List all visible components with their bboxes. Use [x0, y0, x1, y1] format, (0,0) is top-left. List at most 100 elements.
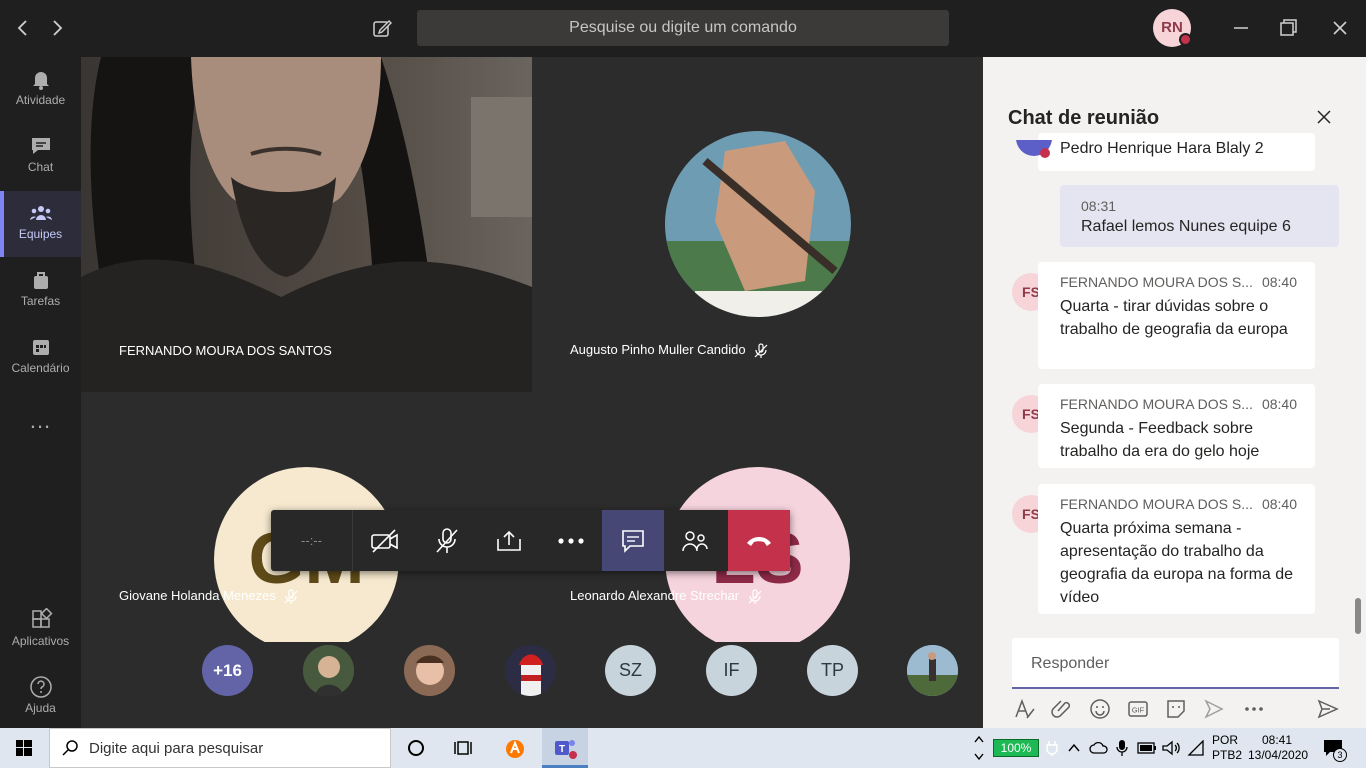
participant-thumb[interactable] [303, 645, 354, 696]
message-author: FERNANDO MOURA DOS S... [1060, 496, 1253, 512]
language-secondary: PTB2 [1212, 748, 1243, 762]
close-icon[interactable] [1326, 14, 1354, 42]
participant-thumb[interactable]: IF [706, 645, 757, 696]
bell-icon [32, 72, 49, 90]
participant-photo [505, 645, 556, 696]
battery-percent: 100% [1000, 741, 1032, 755]
battery-indicator[interactable]: 100% [993, 739, 1039, 757]
windows-start-icon[interactable] [16, 740, 32, 756]
gif-icon[interactable]: GIF [1126, 697, 1150, 721]
attach-icon[interactable] [1050, 697, 1074, 721]
more-icon[interactable] [1242, 697, 1266, 721]
emoji-icon[interactable] [1088, 697, 1112, 721]
camera-toggle-button[interactable] [354, 510, 416, 571]
hang-up-button[interactable] [728, 510, 790, 571]
restore-icon[interactable] [1274, 14, 1302, 42]
overflow-count: +16 [213, 661, 242, 680]
participant-photo [404, 645, 455, 696]
chat-icon [622, 529, 644, 553]
status-busy-dot [1040, 148, 1050, 158]
onedrive-icon[interactable] [1089, 740, 1109, 756]
cortana-icon[interactable] [406, 738, 426, 758]
minimize-icon[interactable] [1227, 14, 1255, 42]
call-timer: --:-- [271, 510, 353, 571]
rail-item-assignments[interactable]: Tarefas [0, 258, 81, 324]
participant-thumb[interactable]: SZ [605, 645, 656, 696]
calendar-icon [32, 340, 49, 355]
notifications-button[interactable]: 3 [1322, 736, 1348, 762]
language-indicator[interactable]: POR PTB2 [1212, 733, 1242, 763]
message-author: FERNANDO MOURA DOS S... [1060, 396, 1253, 412]
camera-off-icon [371, 528, 398, 553]
video-tile[interactable]: FERNANDO MOURA DOS SANTOS [81, 57, 532, 392]
clock[interactable]: 08:41 13/04/2020 [1248, 733, 1308, 763]
show-participants-button[interactable] [664, 510, 726, 571]
participant-thumb[interactable] [907, 645, 958, 696]
sticker-icon[interactable] [1164, 697, 1188, 721]
mic-off-icon [436, 527, 458, 553]
app-rail: Atividade Chat Equipes Tarefas Calendári… [0, 57, 81, 728]
taskbar-search-placeholder: Digite aqui para pesquisar [89, 740, 264, 757]
more-actions-button[interactable] [540, 510, 602, 571]
participant-thumb[interactable]: TP [807, 645, 858, 696]
rail-label: Tarefas [20, 294, 61, 308]
show-hidden-icons[interactable] [973, 732, 985, 764]
participant-thumb[interactable] [404, 645, 455, 696]
chat-message: Pedro Henrique Hara Blaly 2 [1038, 133, 1315, 171]
battery-icon[interactable] [1137, 741, 1157, 755]
microphone-icon[interactable] [1115, 739, 1129, 757]
search-input[interactable]: Pesquise ou digite um comando [417, 10, 949, 46]
message-time: 08:31 [1081, 198, 1117, 214]
task-view-icon[interactable] [453, 738, 473, 758]
status-busy-dot [1179, 33, 1192, 46]
rail-label: Ajuda [25, 701, 56, 715]
chat-message: FERNANDO MOURA DOS S... 08:40 Segunda - … [1038, 384, 1315, 468]
format-icon[interactable] [1012, 697, 1036, 721]
participant-name: FERNANDO MOURA DOS SANTOS [119, 343, 332, 358]
participants-icon [682, 530, 708, 551]
close-chat-button[interactable] [1314, 107, 1334, 127]
bag-icon [33, 272, 48, 289]
rail-item-calendar[interactable]: Calendário [0, 325, 81, 391]
user-initials: RN [1161, 19, 1183, 36]
more-participants-button[interactable]: +16 [202, 645, 253, 696]
close-icon [1317, 110, 1331, 124]
taskbar-search-input[interactable]: Digite aqui para pesquisar [49, 728, 391, 768]
rail-item-teams[interactable]: Equipes [0, 191, 81, 257]
volume-icon[interactable] [1161, 740, 1181, 756]
back-arrow-icon[interactable] [9, 14, 37, 42]
participant-thumb[interactable] [505, 645, 556, 696]
rail-item-activity[interactable]: Atividade [0, 57, 81, 123]
reply-input[interactable]: Responder [1012, 638, 1339, 689]
avast-icon[interactable] [503, 736, 527, 760]
participant-name: Giovane Holanda Menezes [119, 588, 276, 603]
message-time: 08:40 [1261, 396, 1297, 412]
message-author: FERNANDO MOURA DOS S... [1060, 274, 1253, 290]
chat-scrollbar[interactable] [1355, 598, 1361, 634]
rail-item-help[interactable]: Ajuda [0, 665, 81, 731]
rail-item-apps[interactable]: Aplicativos [0, 598, 81, 664]
svg-text:GIF: GIF [1132, 706, 1145, 715]
more-icon: ... [29, 408, 52, 433]
participant-avatar [665, 131, 851, 317]
teams-taskbar-button[interactable]: T [542, 728, 588, 768]
forward-arrow-icon[interactable] [43, 14, 71, 42]
chat-message: FERNANDO MOURA DOS S... 08:40 Quarta pró… [1038, 484, 1315, 614]
hang-up-icon [747, 536, 771, 546]
rail-item-chat[interactable]: Chat [0, 124, 81, 190]
compose-icon[interactable] [368, 14, 396, 42]
notification-count: 3 [1333, 748, 1347, 762]
show-conversation-button[interactable] [602, 510, 664, 571]
message-time: 08:40 [1261, 496, 1297, 512]
user-avatar[interactable]: RN [1153, 9, 1192, 47]
rail-item-more[interactable]: ... [0, 402, 81, 452]
meet-now-icon[interactable] [1202, 697, 1226, 721]
send-icon[interactable] [1316, 697, 1340, 721]
participant-name-row: Leonardo Alexandre Strechar [570, 588, 763, 605]
participant-tile[interactable]: Augusto Pinho Muller Candido [532, 57, 983, 392]
mic-toggle-button[interactable] [416, 510, 478, 571]
chevron-up-icon[interactable] [1066, 740, 1082, 756]
participant-photo [303, 645, 354, 696]
wifi-icon[interactable] [1187, 740, 1205, 756]
share-screen-button[interactable] [478, 510, 540, 571]
